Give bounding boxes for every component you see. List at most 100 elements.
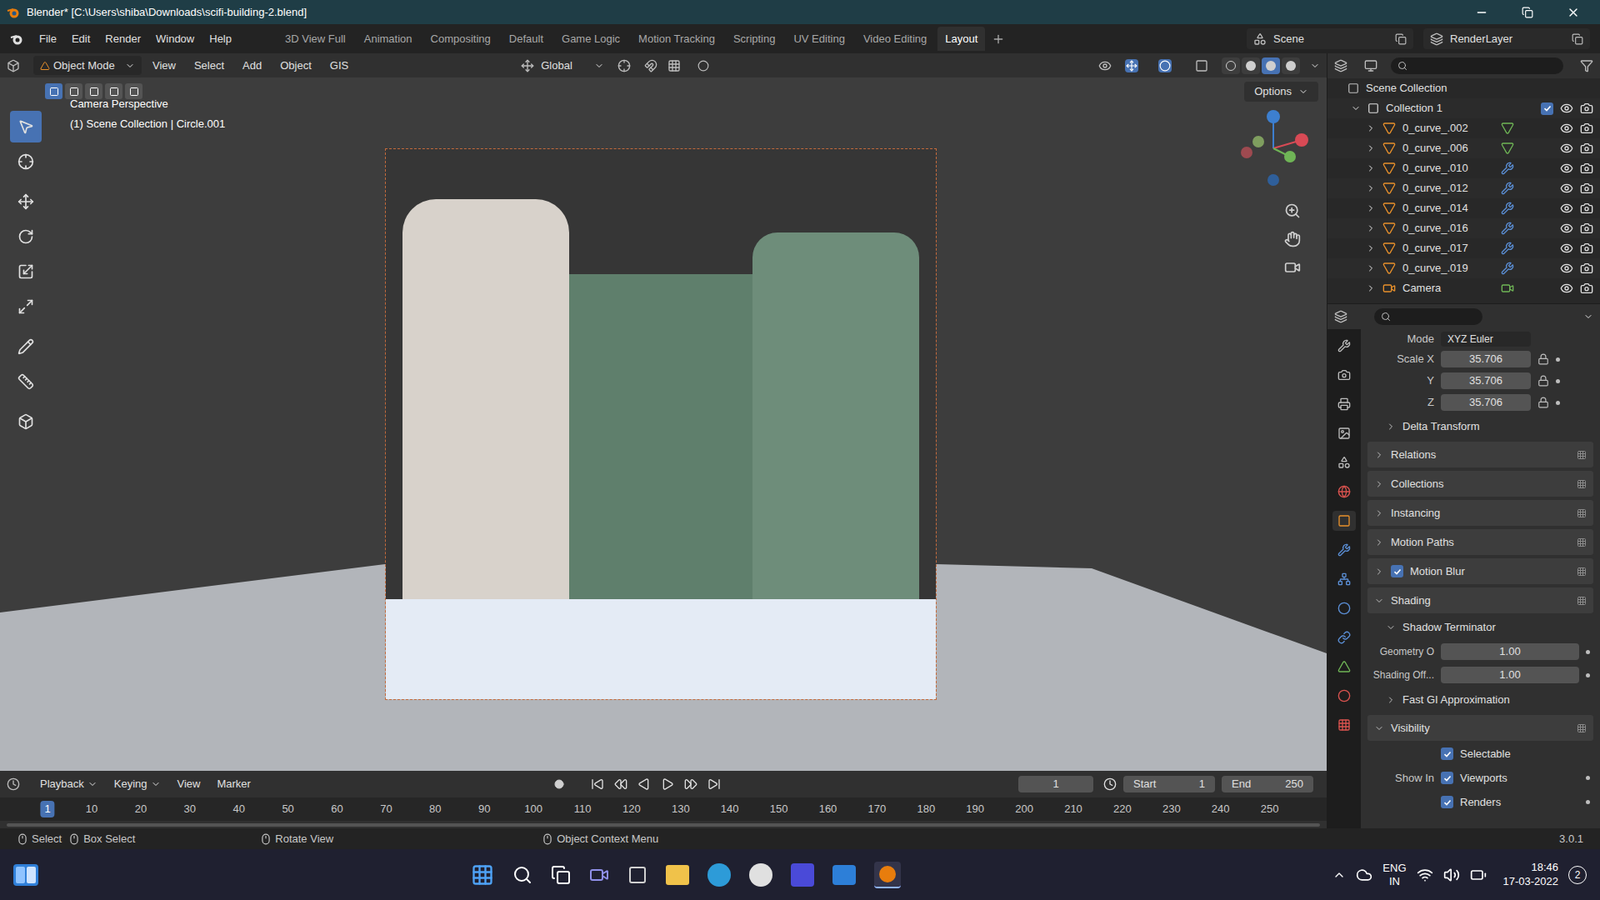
select-mode-button[interactable] [125, 83, 143, 100]
expand-icon[interactable] [1365, 123, 1376, 134]
panel-header[interactable]: Motion Blur [1367, 558, 1594, 585]
workspace-tab[interactable]: Motion Tracking [630, 26, 723, 52]
lock-icon[interactable] [1537, 396, 1550, 409]
drag-handle-icon[interactable] [1576, 508, 1587, 519]
eye-icon[interactable] [1560, 161, 1574, 175]
tool-button[interactable] [10, 145, 42, 178]
panel-header[interactable]: Collections [1367, 470, 1594, 497]
properties-tab[interactable] [1332, 598, 1356, 619]
timeline-menu[interactable]: View [170, 775, 208, 793]
subpanel-header[interactable]: Fast GI Approximation [1367, 687, 1594, 712]
collapse-icon[interactable] [1385, 695, 1396, 705]
expand-icon[interactable] [1365, 243, 1376, 254]
tool-button[interactable] [10, 220, 42, 253]
overlay-icon[interactable] [1158, 59, 1172, 73]
blender-app-icon[interactable] [874, 861, 901, 889]
checkbox[interactable] [1440, 795, 1454, 809]
start-icon[interactable] [470, 863, 495, 887]
snap-target-icon[interactable] [667, 59, 681, 73]
expand-icon[interactable] [1365, 223, 1376, 234]
properties-tab[interactable] [1332, 394, 1356, 415]
display-mode-icon[interactable] [1364, 59, 1378, 73]
eye-icon[interactable] [1560, 201, 1574, 215]
timeline-menu[interactable]: Keying [107, 775, 168, 793]
app-icon[interactable] [790, 863, 815, 887]
outliner-row[interactable]: Scene Collection [1327, 78, 1600, 99]
drag-handle-icon[interactable] [1576, 479, 1587, 490]
visibility-icon[interactable] [1098, 59, 1112, 73]
workspace-tab[interactable]: Game Logic [554, 26, 628, 52]
keyframe-dot[interactable] [1585, 775, 1590, 780]
panel-header[interactable]: Relations [1367, 441, 1594, 468]
outliner-row[interactable]: 0_curve_.016 [1327, 218, 1600, 239]
record-icon[interactable] [554, 779, 565, 790]
volume-icon[interactable] [1443, 866, 1460, 884]
collapse-icon[interactable] [1374, 537, 1385, 548]
view-layer-selector[interactable]: RenderLayer [1423, 28, 1590, 50]
eye-icon[interactable] [1560, 221, 1574, 235]
axis-gizmo[interactable] [1231, 106, 1315, 190]
select-mode-button[interactable] [85, 83, 103, 100]
timeline-editor-icon[interactable] [6, 777, 20, 791]
expand-icon[interactable] [1385, 622, 1396, 633]
select-mode-button[interactable] [45, 83, 63, 100]
shading-mode-button[interactable] [1261, 57, 1280, 75]
eye-icon[interactable] [1560, 241, 1574, 255]
checkbox[interactable] [1540, 102, 1554, 115]
shading-mode-button[interactable] [1241, 57, 1260, 75]
render-icon[interactable] [1580, 261, 1594, 275]
notification-badge[interactable]: 2 [1568, 865, 1587, 885]
properties-tab[interactable] [1332, 627, 1356, 648]
properties-tab[interactable] [1332, 481, 1356, 502]
expand-icon[interactable] [1365, 283, 1376, 294]
workspace-tab[interactable]: Compositing [423, 26, 499, 52]
eye-icon[interactable] [1560, 181, 1574, 195]
filter-icon[interactable] [1580, 59, 1594, 73]
workspace-tab[interactable]: Default [501, 26, 551, 52]
outliner-row[interactable]: 0_curve_.017 [1327, 238, 1600, 259]
timeline-menu[interactable]: Playback [33, 775, 105, 793]
menu-item[interactable]: Help [203, 30, 238, 48]
workspace-tab[interactable]: Layout [937, 26, 985, 52]
gizmo-icon[interactable] [1125, 59, 1139, 73]
zoom-icon[interactable] [1284, 202, 1301, 220]
explorer-icon[interactable] [665, 865, 690, 885]
scale-field[interactable]: 35.706 [1440, 372, 1531, 390]
properties-tab[interactable] [1332, 365, 1356, 385]
close-icon[interactable] [1566, 5, 1580, 20]
eye-icon[interactable] [1560, 141, 1574, 155]
outliner-row[interactable]: Camera [1327, 278, 1600, 299]
render-icon[interactable] [1580, 241, 1594, 255]
panel-header[interactable]: Visibility [1367, 715, 1594, 741]
tray-icon[interactable] [1332, 868, 1346, 882]
number-field[interactable]: 1.00 [1440, 666, 1580, 684]
render-icon[interactable] [1580, 121, 1594, 135]
render-icon[interactable] [1580, 201, 1594, 215]
collapse-icon[interactable] [1374, 508, 1385, 519]
collapse-icon[interactable] [1374, 566, 1385, 577]
frame-tick[interactable]: 1 [40, 800, 55, 818]
store-icon[interactable] [627, 865, 648, 885]
tool-button[interactable] [10, 330, 42, 363]
clock[interactable]: 18:4617-03-2022 [1503, 860, 1560, 890]
current-frame-field[interactable]: 1 [1018, 775, 1094, 793]
minimize-icon[interactable] [1475, 5, 1489, 20]
play-reverse-icon[interactable] [637, 777, 651, 791]
options-dropdown[interactable]: Options [1244, 81, 1319, 102]
properties-tab[interactable] [1332, 423, 1356, 444]
properties-search[interactable] [1374, 308, 1483, 325]
keyframe-dot[interactable] [1555, 400, 1560, 405]
workspace-tab[interactable]: Scripting [725, 26, 784, 52]
proportional-icon[interactable] [697, 60, 710, 72]
workspace-tab[interactable]: UV Editing [785, 26, 852, 52]
render-icon[interactable] [1580, 221, 1594, 235]
shading-mode-button[interactable] [1281, 57, 1300, 75]
shading-options-icon[interactable] [1310, 60, 1320, 71]
outliner-row[interactable]: 0_curve_.010 [1327, 158, 1600, 179]
keyframe-forward-icon[interactable] [684, 777, 698, 791]
outliner-row[interactable]: 0_curve_.012 [1327, 178, 1600, 199]
task-view-icon[interactable] [550, 865, 571, 885]
tool-button[interactable] [10, 405, 42, 438]
properties-editor-icon[interactable] [1334, 310, 1348, 324]
drag-handle-icon[interactable] [1576, 537, 1587, 548]
